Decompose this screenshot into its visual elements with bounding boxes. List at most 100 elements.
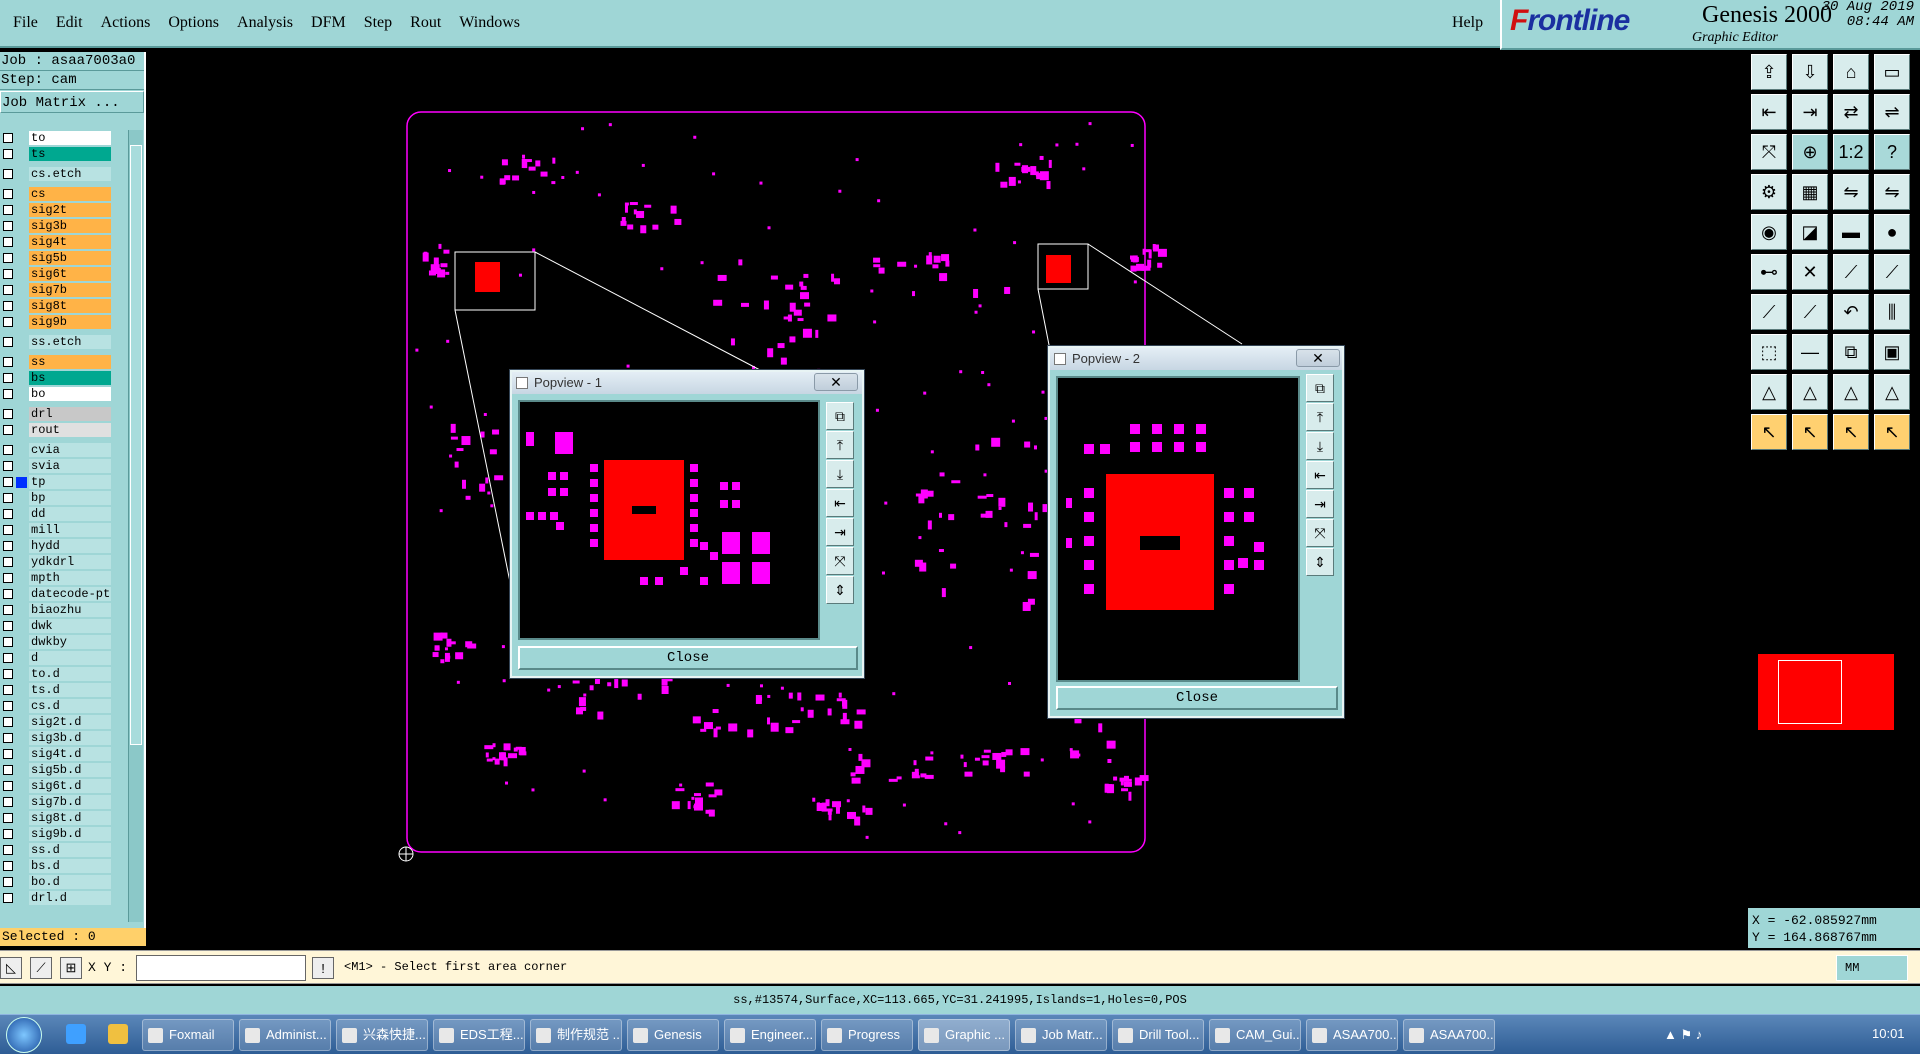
layer-row[interactable]: cs.d — [0, 698, 118, 714]
popview-1-titlebar[interactable]: Popview - 1 — [512, 372, 862, 394]
graphic-canvas[interactable] — [150, 52, 1744, 946]
taskbar-button[interactable]: EDS工程... — [433, 1019, 525, 1051]
taskbar-button[interactable]: Job Matr... — [1015, 1019, 1107, 1051]
layer-name[interactable]: dd — [29, 507, 111, 521]
layer-checkbox[interactable] — [3, 389, 13, 399]
layer-checkbox[interactable] — [3, 269, 13, 279]
popview-1-tool-icon[interactable]: ⤒ — [826, 431, 854, 459]
popview-2-close-icon[interactable]: ✕ — [1296, 349, 1340, 367]
layer-checkbox[interactable] — [3, 237, 13, 247]
layer-checkbox[interactable] — [3, 149, 13, 159]
popview-2-tool-icon[interactable]: ⧉ — [1306, 374, 1334, 402]
layer-name[interactable]: biaozhu — [29, 603, 111, 617]
popview-1-tool-icon[interactable]: ⇕ — [826, 576, 854, 604]
layer-name[interactable]: sig2t.d — [29, 715, 111, 729]
layer-name[interactable]: cs.etch — [29, 167, 111, 181]
system-tray[interactable]: ▲ ⚑ ♪ — [1664, 1027, 1702, 1043]
layer-row[interactable]: sig9b — [0, 314, 118, 330]
overview-panel[interactable] — [1748, 632, 1920, 732]
layer-checkbox[interactable] — [3, 637, 13, 647]
layer-name[interactable]: sig5b — [29, 251, 111, 265]
menu-actions[interactable]: Actions — [92, 14, 160, 32]
layer-row[interactable]: sig5b — [0, 250, 118, 266]
alert-icon[interactable]: ! — [312, 957, 334, 979]
layer-checkbox[interactable] — [3, 337, 13, 347]
layer-checkbox[interactable] — [3, 765, 13, 775]
layer-row[interactable]: sig7b — [0, 282, 118, 298]
popview-1-tool-icon[interactable]: ⤓ — [826, 460, 854, 488]
menu-help[interactable]: Help — [1452, 14, 1483, 32]
layer-checkbox[interactable] — [3, 133, 13, 143]
tool-icon[interactable]: △ — [1833, 374, 1869, 410]
layer-checkbox[interactable] — [3, 221, 13, 231]
layer-name[interactable]: ts.d — [29, 683, 111, 697]
taskbar-button[interactable]: Progress — [821, 1019, 913, 1051]
popview-1-tool-icon[interactable]: ⇥ — [826, 518, 854, 546]
tool-icon[interactable]: ⇥ — [1792, 94, 1828, 130]
layer-name[interactable]: bo.d — [29, 875, 111, 889]
layer-checkbox[interactable] — [3, 605, 13, 615]
layer-name[interactable]: sig9b — [29, 315, 111, 329]
popview-1-tool-icon[interactable]: ⧉ — [826, 402, 854, 430]
layer-name[interactable]: sig8t — [29, 299, 111, 313]
layer-row[interactable]: hydd — [0, 538, 118, 554]
tool-icon[interactable]: ? — [1874, 134, 1910, 170]
layer-checkbox[interactable] — [3, 861, 13, 871]
layer-row[interactable]: ss.d — [0, 842, 118, 858]
layer-row[interactable]: drl — [0, 406, 118, 422]
layer-checkbox[interactable] — [3, 317, 13, 327]
menu-rout[interactable]: Rout — [401, 14, 450, 32]
layer-row[interactable]: bo.d — [0, 874, 118, 890]
layer-name[interactable]: bs — [29, 371, 111, 385]
layer-checkbox[interactable] — [3, 557, 13, 567]
layer-row[interactable]: dwkby — [0, 634, 118, 650]
layer-row[interactable]: cs — [0, 186, 118, 202]
layer-row[interactable]: mill — [0, 522, 118, 538]
layer-name[interactable]: ss.etch — [29, 335, 111, 349]
layer-name[interactable]: sig6t.d — [29, 779, 111, 793]
layer-scrollbar[interactable] — [128, 130, 143, 922]
tool-icon[interactable]: ⟋ — [1874, 254, 1910, 290]
tool-icon[interactable]: ✕ — [1792, 254, 1828, 290]
popview-2-tool-icon[interactable]: ⇕ — [1306, 548, 1334, 576]
layer-name[interactable]: dwk — [29, 619, 111, 633]
layer-checkbox[interactable] — [3, 589, 13, 599]
layer-name[interactable]: cs.d — [29, 699, 111, 713]
layer-row[interactable]: dd — [0, 506, 118, 522]
tool-icon[interactable]: ⇌ — [1874, 94, 1910, 130]
tool-icon[interactable]: ↖ — [1833, 414, 1869, 450]
layer-row[interactable]: bp — [0, 490, 118, 506]
layer-name[interactable]: ydkdrl — [29, 555, 111, 569]
layer-name[interactable]: sig8t.d — [29, 811, 111, 825]
taskbar-button[interactable]: Drill Tool... — [1112, 1019, 1204, 1051]
layer-checkbox[interactable] — [3, 829, 13, 839]
layer-row[interactable]: sig2t — [0, 202, 118, 218]
layer-row[interactable]: bs — [0, 370, 118, 386]
menu-file[interactable]: File — [4, 14, 47, 32]
units-selector[interactable]: MM — [1836, 955, 1908, 981]
layer-name[interactable]: dwkby — [29, 635, 111, 649]
popview-1-view[interactable] — [518, 400, 820, 640]
tool-icon[interactable]: △ — [1751, 374, 1787, 410]
taskbar-button[interactable]: 兴森快捷... — [336, 1019, 428, 1051]
layer-checkbox[interactable] — [3, 509, 13, 519]
clock[interactable]: 10:01 — [1872, 1026, 1905, 1041]
layer-row[interactable]: datecode-pt — [0, 586, 118, 602]
layer-row[interactable]: sig9b.d — [0, 826, 118, 842]
layer-checkbox[interactable] — [3, 525, 13, 535]
start-button[interactable] — [6, 1017, 42, 1053]
layer-checkbox[interactable] — [3, 813, 13, 823]
taskbar-button[interactable]: ASAA700... — [1403, 1019, 1495, 1051]
tool-icon[interactable]: ◪ — [1792, 214, 1828, 250]
layer-row[interactable]: dwk — [0, 618, 118, 634]
layer-row[interactable]: to — [0, 130, 118, 146]
tool-icon[interactable]: ⟋ — [1792, 294, 1828, 330]
menu-dfm[interactable]: DFM — [302, 14, 355, 32]
tool-icon[interactable]: ◉ — [1751, 214, 1787, 250]
tool-icon[interactable]: ⫼ — [1874, 294, 1910, 330]
layer-row[interactable]: ts.d — [0, 682, 118, 698]
taskbar-button[interactable]: Engineer... — [724, 1019, 816, 1051]
layer-checkbox[interactable] — [3, 653, 13, 663]
grid-icon[interactable]: ⊞ — [60, 957, 82, 979]
layer-row[interactable]: ss.etch — [0, 334, 118, 350]
